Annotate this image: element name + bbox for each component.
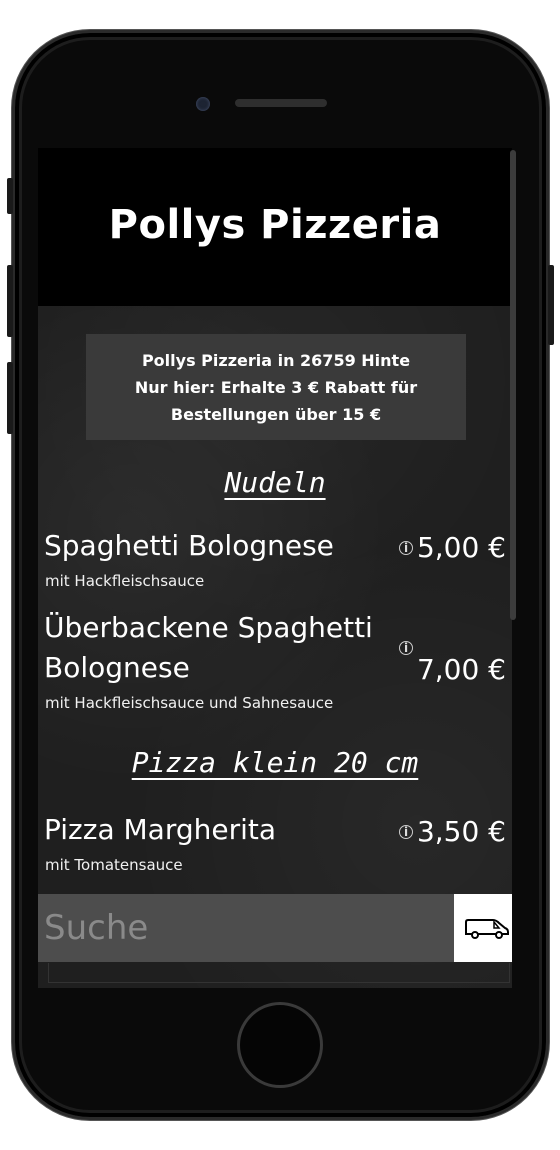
info-icon[interactable]: i xyxy=(399,541,413,555)
promo-banner: Pollys Pizzeria in 26759 Hinte Nur hier:… xyxy=(86,334,466,440)
page-title: Pollys Pizzeria xyxy=(108,202,442,248)
app-screen: Pollys Pizzeria Pollys Pizzeria in 26759… xyxy=(38,148,512,988)
item-name-line2: Bolognese xyxy=(44,651,190,684)
item-price: 5,00 € xyxy=(416,531,506,564)
app-header: Pollys Pizzeria xyxy=(38,148,512,306)
search-bar xyxy=(38,894,454,962)
promo-line: Bestellungen über 15 € xyxy=(170,405,382,424)
scrollbar[interactable] xyxy=(510,150,516,620)
item-price: 3,50 € xyxy=(416,815,506,848)
delivery-van-icon xyxy=(465,919,509,939)
item-description: mit Hackfleischsauce und Sahnesauce xyxy=(45,694,334,712)
info-icon[interactable]: i xyxy=(399,825,413,839)
earpiece-speaker xyxy=(235,99,327,107)
category-title-pizza-klein: Pizza klein 20 cm xyxy=(38,746,512,779)
menu-board: Pollys Pizzeria in 26759 Hinte Nur hier:… xyxy=(38,306,512,988)
promo-line: Nur hier: Erhalte 3 € Rabatt für xyxy=(134,378,418,397)
search-input[interactable] xyxy=(38,894,454,962)
volume-down-button xyxy=(7,362,13,434)
volume-up-button xyxy=(7,265,13,337)
delivery-button[interactable] xyxy=(454,894,512,962)
item-name-line1: Überbackene Spaghetti xyxy=(44,611,373,644)
home-button[interactable] xyxy=(237,1002,323,1088)
power-button xyxy=(548,265,554,345)
mute-switch xyxy=(7,178,13,214)
item-name: Spaghetti Bolognese xyxy=(44,529,334,562)
category-title-nudeln: Nudeln xyxy=(38,466,512,499)
item-description: mit Tomatensauce xyxy=(45,856,183,874)
promo-line: Pollys Pizzeria in 26759 Hinte xyxy=(141,351,411,370)
bottom-strip xyxy=(48,963,510,983)
item-name: Pizza Margherita xyxy=(44,813,277,846)
category-title-text: Nudeln xyxy=(224,466,326,499)
info-icon[interactable]: i xyxy=(399,641,413,655)
category-title-text: Pizza klein 20 cm xyxy=(131,746,419,779)
item-description: mit Hackfleischsauce xyxy=(45,572,205,590)
front-camera xyxy=(196,97,210,111)
item-price: 7,00 € xyxy=(416,653,506,686)
